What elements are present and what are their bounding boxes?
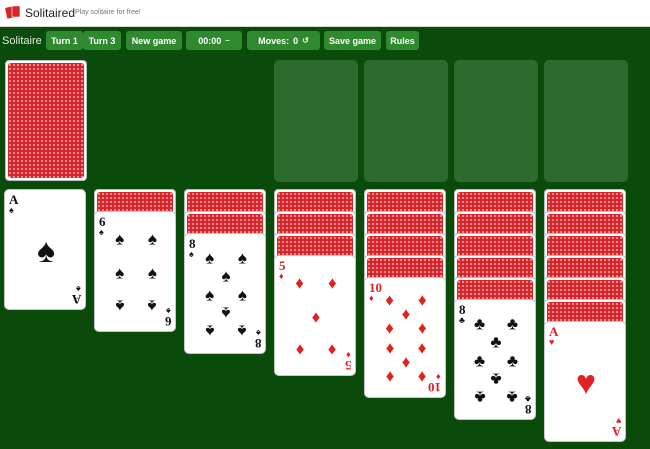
foundation-slot-4[interactable]: [544, 60, 628, 182]
foundation-slot-3[interactable]: [454, 60, 538, 182]
card-corner-suit-icon: ♠: [76, 284, 81, 294]
suit-pip-icon: ♣: [474, 314, 486, 334]
new-game-label: New game: [131, 35, 177, 46]
card-corner-suit-icon: ♣: [525, 394, 531, 404]
playing-cards-logo-icon[interactable]: [5, 5, 21, 19]
card-corner-suit-icon: ♠: [99, 227, 104, 237]
undo-icon[interactable]: ↺: [302, 36, 309, 45]
suit-pip-icon: ♦: [295, 273, 304, 293]
card-rank-bottom: 8: [524, 402, 532, 417]
card-rank-bottom: 8: [254, 336, 262, 351]
moves-count: 0: [293, 35, 299, 46]
card-rank-bottom: 10: [428, 380, 441, 395]
suit-pip-icon: ♣: [474, 387, 486, 407]
suit-pip-icon: ♠: [221, 266, 231, 286]
game-title: Solitaire: [2, 35, 42, 47]
suit-pip-icon: ♦: [385, 290, 394, 310]
tableau-card-4[interactable]: 5 ♦ 5 ♦ ♦ ♦ ♦ ♦ ♦: [274, 255, 356, 376]
suit-pip-icon: ♣: [474, 351, 486, 370]
save-game-button[interactable]: Save game: [324, 31, 381, 50]
card-corner-suit-icon: ♠: [9, 205, 14, 215]
suit-pip-icon: ♠: [115, 263, 125, 282]
suit-pip-icon: ♥: [575, 363, 597, 402]
suit-pip-icon: ♠: [237, 321, 247, 341]
suit-pip-icon: ♦: [328, 273, 337, 293]
turn-3-button[interactable]: Turn 3: [83, 31, 121, 50]
card-rank-bottom: 5: [344, 358, 352, 373]
tableau-card-5[interactable]: 10 ♦ 10 ♦ ♦ ♦ ♦ ♦ ♦ ♦ ♦ ♦ ♦ ♦: [364, 277, 446, 398]
new-game-button[interactable]: New game: [126, 31, 182, 50]
suit-pip-icon: ♠: [205, 321, 215, 341]
tableau-card-3[interactable]: 8 ♠ 8 ♠ ♠ ♠ ♠ ♠ ♠ ♠ ♠ ♠: [184, 233, 266, 354]
timer-pause-icon[interactable]: –: [225, 36, 229, 45]
suit-pip-icon: ♦: [295, 340, 304, 360]
card-corner-suit-icon: ♥: [549, 337, 555, 347]
card-corner-suit-icon: ♠: [256, 328, 261, 338]
suit-pip-icon: ♣: [490, 332, 502, 352]
foundation-slot-1[interactable]: [274, 60, 358, 182]
card-corner-suit-icon: ♠: [189, 249, 194, 259]
suit-pip-icon: ♦: [418, 290, 427, 310]
moves-label: Moves:: [258, 35, 290, 46]
suit-pip-icon: ♠: [237, 248, 247, 268]
suit-pip-icon: ♦: [401, 353, 411, 373]
timer-value: 00:00: [198, 35, 222, 46]
timer-display[interactable]: 00:00 –: [186, 31, 242, 50]
tableau-card-1[interactable]: A ♠ A ♠ ♠: [4, 189, 86, 310]
site-tagline: Play solitaire for free!: [75, 9, 141, 16]
suit-pip-icon: ♠: [221, 303, 231, 323]
suit-pip-icon: ♣: [506, 314, 518, 334]
card-corner-suit-icon: ♦: [279, 271, 284, 281]
suit-pip-icon: ♦: [385, 318, 394, 338]
moves-display: Moves: 0 ↺: [247, 31, 320, 50]
suit-pip-icon: ♦: [385, 339, 394, 359]
suit-pip-icon: ♦: [418, 318, 427, 338]
turn-1-label: Turn 1: [51, 35, 78, 46]
turn-3-label: Turn 3: [88, 35, 116, 46]
save-game-label: Save game: [328, 35, 377, 46]
card-corner-suit-icon: ♣: [459, 315, 465, 325]
card-rank-bottom: A: [611, 424, 621, 439]
suit-pip-icon: ♦: [311, 307, 321, 326]
suit-pip-icon: ♣: [490, 369, 502, 389]
suit-pip-icon: ♠: [205, 285, 215, 304]
suit-pip-icon: ♣: [506, 387, 518, 407]
foundation-slot-2[interactable]: [364, 60, 448, 182]
suit-pip-icon: ♦: [418, 367, 427, 387]
suit-pip-icon: ♠: [237, 285, 247, 304]
card-rank-bottom: 6: [164, 314, 172, 329]
suit-pip-icon: ♠: [147, 296, 157, 316]
suit-pip-icon: ♠: [36, 231, 56, 270]
rules-button[interactable]: Rules: [386, 31, 419, 50]
card-corner-suit-icon: ♦: [346, 350, 351, 360]
card-corner-suit-icon: ♦: [369, 293, 374, 303]
suit-pip-icon: ♠: [205, 248, 215, 268]
suit-pip-icon: ♦: [418, 339, 427, 359]
site-header: Solitaired Play solitaire for free!: [0, 0, 650, 27]
card-corner-suit-icon: ♥: [615, 416, 621, 426]
card-corner-suit-icon: ♦: [436, 372, 441, 382]
stock-pile[interactable]: [5, 60, 87, 181]
suit-pip-icon: ♠: [115, 296, 125, 316]
suit-pip-icon: ♦: [401, 304, 411, 324]
tableau-card-7[interactable]: A ♥ A ♥ ♥: [544, 321, 626, 442]
suit-pip-icon: ♠: [147, 229, 157, 249]
turn-1-button[interactable]: Turn 1: [46, 31, 83, 50]
tableau-card-2[interactable]: 6 ♠ 6 ♠ ♠ ♠ ♠ ♠ ♠ ♠: [94, 211, 176, 332]
card-rank-bottom: A: [71, 292, 81, 307]
suit-pip-icon: ♦: [328, 340, 337, 360]
suit-pip-icon: ♠: [115, 229, 125, 249]
suit-pip-icon: ♦: [385, 367, 394, 387]
rules-label: Rules: [390, 35, 415, 46]
site-title[interactable]: Solitaired: [25, 6, 75, 20]
suit-pip-icon: ♠: [147, 263, 157, 282]
card-corner-suit-icon: ♠: [166, 306, 171, 316]
suit-pip-icon: ♣: [506, 351, 518, 370]
tableau-card-6[interactable]: 8 ♣ 8 ♣ ♣ ♣ ♣ ♣ ♣ ♣ ♣ ♣: [454, 299, 536, 420]
